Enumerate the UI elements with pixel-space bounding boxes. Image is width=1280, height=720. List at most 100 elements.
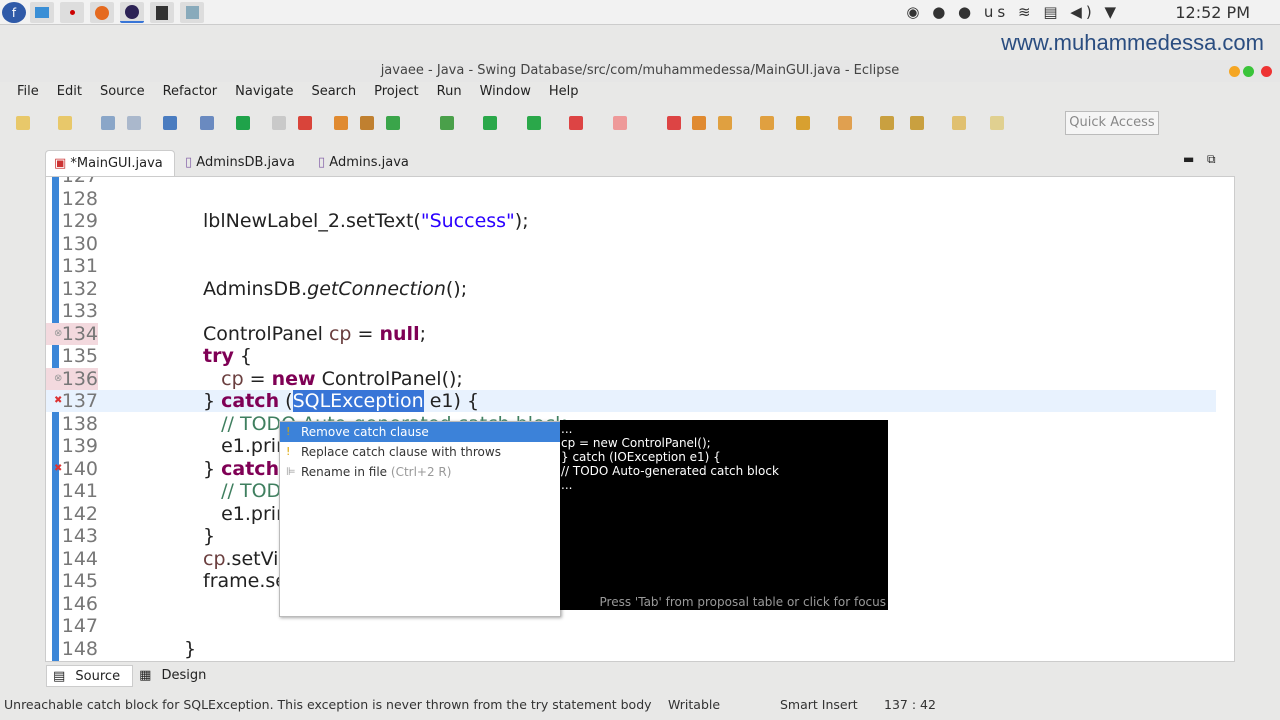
code-token: e1) { (423, 390, 480, 412)
error-marker-icon[interactable]: ✖ (54, 458, 62, 480)
menu-search[interactable]: Search (302, 82, 365, 104)
toolbar-button-icon[interactable] (667, 116, 681, 130)
quick-fix-item[interactable]: ⊫ Rename in file (Ctrl+2 R) (280, 462, 560, 482)
menu-edit[interactable]: Edit (48, 82, 91, 104)
image-viewer-icon[interactable] (180, 2, 204, 23)
line-number: 127 (61, 176, 98, 187)
toolbar-button-icon[interactable] (838, 116, 852, 130)
tab-label: AdminsDB.java (196, 155, 295, 170)
line-number: 130 (61, 232, 98, 255)
menu-file[interactable]: File (8, 82, 48, 104)
system-tray[interactable]: ◉ ● ● us ≋ ▤ ◀) ▼ (906, 3, 1120, 21)
tab-source[interactable]: ▤ Source (46, 665, 134, 687)
toolbar-button-icon[interactable] (200, 116, 214, 130)
toolbar-button-icon[interactable] (163, 116, 177, 130)
toolbar-button-icon[interactable] (16, 116, 30, 130)
minimize-button[interactable] (1229, 66, 1240, 77)
code-line: 130 (46, 233, 1216, 255)
toolbar-button-icon[interactable] (334, 116, 348, 130)
window-title: javaee - Java - Swing Database/src/com/m… (0, 60, 1280, 82)
code-line: 137 ✖} catch (SQLException e1) { (46, 390, 1216, 412)
right-trim-stack[interactable] (1248, 150, 1274, 660)
maximize-button[interactable] (1243, 66, 1254, 77)
preview-line: // TODO Auto-generated catch block (561, 464, 779, 478)
toolbar-button-icon[interactable] (236, 116, 250, 130)
warning-marker-icon[interactable]: ⊗ (54, 368, 62, 390)
quick-fix-preview: ... cp = new ControlPanel();} catch (IOEx… (560, 420, 888, 610)
line-number: 144 (61, 547, 98, 570)
toolbar-button-icon[interactable] (272, 116, 286, 130)
editor-tabs: ▣ *MainGUI.java ✕ ▯ AdminsDB.java ▯ Admi… (45, 148, 1235, 196)
code-text: lblNewLabel_2.setText("Success"); (203, 210, 529, 232)
code-token: cp (328, 322, 352, 345)
code-token: ); (514, 210, 529, 232)
terminal-icon[interactable] (150, 2, 174, 23)
toolbar-button-icon[interactable] (127, 116, 141, 130)
eclipse-icon[interactable] (120, 2, 144, 23)
toolbar-button-icon[interactable] (990, 116, 1004, 130)
toolbar-button-icon[interactable] (360, 116, 374, 130)
toolbar-button-icon[interactable] (527, 116, 541, 130)
toolbar-button-icon[interactable] (613, 116, 627, 130)
preview-line: } catch (IOException e1) { (561, 450, 721, 464)
menu-project[interactable]: Project (365, 82, 427, 104)
screenshot-icon[interactable] (60, 2, 84, 23)
code-text: ControlPanel cp = null; (203, 323, 426, 345)
toolbar-button-icon[interactable] (58, 116, 72, 130)
toolbar-button-icon[interactable] (386, 116, 400, 130)
error-marker-icon[interactable]: ✖ (54, 390, 62, 412)
quick-fix-item[interactable]: ! Replace catch clause with throws (280, 442, 560, 462)
tab-design[interactable]: ▦ Design (133, 665, 218, 687)
java-file-icon: ▣ (54, 156, 71, 171)
files-icon[interactable] (30, 2, 54, 23)
toolbar-button-icon[interactable] (692, 116, 706, 130)
tab-label: Design (161, 668, 207, 683)
keyboard-layout[interactable]: us (984, 3, 1009, 21)
quick-fix-label: Rename in file (301, 465, 388, 479)
maximize-editor-icon[interactable]: ⧉ (1207, 152, 1216, 167)
tab-adminsdb[interactable]: ▯ AdminsDB.java (177, 150, 295, 176)
tab-label: Admins.java (329, 155, 409, 170)
toolbar-button-icon[interactable] (760, 116, 774, 130)
warning-marker-icon[interactable]: ⊗ (54, 323, 62, 345)
code-line: 132 AdminsDB.getConnection(); (46, 278, 1216, 300)
tab-maingui[interactable]: ▣ *MainGUI.java ✕ (45, 150, 175, 196)
line-number: 147 (61, 615, 98, 637)
menu-window[interactable]: Window (471, 82, 540, 104)
close-button[interactable] (1261, 66, 1272, 77)
toolbar-button-icon[interactable] (101, 116, 115, 130)
minimize-editor-icon[interactable]: ▬ (1183, 152, 1194, 166)
code-line: 129 lblNewLabel_2.setText("Success"); (46, 210, 1216, 232)
code-token: } (203, 457, 222, 480)
tab-admins[interactable]: ▯ Admins.java (310, 150, 409, 176)
clock[interactable]: 12:52 PM (1175, 3, 1250, 22)
code-token: ControlPanel(); (315, 367, 463, 390)
quick-fix-item[interactable]: ! Remove catch clause (280, 422, 560, 442)
code-line: 148} (46, 638, 1216, 660)
toolbar-button-icon[interactable] (796, 116, 810, 130)
left-trim-stack[interactable] (8, 150, 34, 660)
preview-footer: Press 'Tab' from proposal table or click… (599, 595, 886, 609)
code-line: 134 ⊗ ControlPanel cp = null; (46, 322, 1216, 345)
fedora-icon[interactable]: f (2, 2, 26, 23)
line-number: 128 (61, 187, 98, 210)
toolbar-button-icon[interactable] (483, 116, 497, 130)
java-file-icon: ▯ (185, 155, 197, 170)
toolbar-button-icon[interactable] (569, 116, 583, 130)
toolbar-button-icon[interactable] (718, 116, 732, 130)
firefox-icon[interactable] (90, 2, 114, 23)
quick-access-input[interactable]: Quick Access (1065, 111, 1159, 135)
menu-run[interactable]: Run (428, 82, 471, 104)
toolbar-button-icon[interactable] (880, 116, 894, 130)
menu-source[interactable]: Source (91, 82, 154, 104)
toolbar-button-icon[interactable] (910, 116, 924, 130)
code-token: catch (221, 457, 280, 480)
toolbar-button-icon[interactable] (952, 116, 966, 130)
toolbar-button-icon[interactable] (440, 116, 454, 130)
menu-refactor[interactable]: Refactor (154, 82, 227, 104)
menu-help[interactable]: Help (540, 82, 588, 104)
menu-navigate[interactable]: Navigate (226, 82, 302, 104)
toolbar-button-icon[interactable] (298, 116, 312, 130)
